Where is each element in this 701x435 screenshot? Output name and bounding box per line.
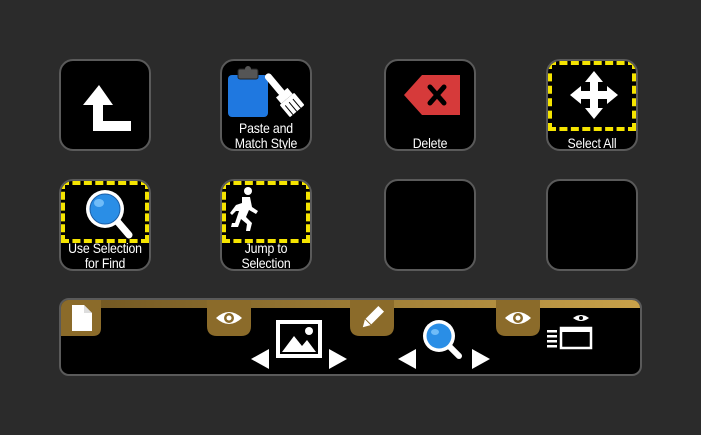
arrow-left-icon[interactable] [249,347,271,371]
empty-key-2[interactable] [546,179,638,271]
select-all-key[interactable]: Select All [546,59,638,151]
arrow-right-icon[interactable] [470,347,492,371]
delete-backspace-icon [404,75,460,115]
document-icon [72,305,92,331]
clipboard-brush-icon [228,66,305,117]
delete-label: Delete [412,135,448,151]
jump-to-label-2: Selection [241,255,291,271]
back-key[interactable] [59,59,151,151]
eye-icon[interactable] [503,308,533,328]
delete-key[interactable]: Delete [384,59,476,151]
dial-bar[interactable] [59,298,642,376]
use-selection-label-1: Use Selection [68,240,142,256]
paste-match-style-label-1: Paste and [239,120,293,136]
eye-icon[interactable] [214,308,244,328]
jump-to-selection-key[interactable]: Jump to Selection [220,179,312,271]
arrow-right-icon[interactable] [327,347,349,371]
paste-match-style-label-2: Match Style [234,135,298,151]
running-person-icon [230,187,258,231]
paste-match-style-key[interactable]: Paste and Match Style [220,59,312,151]
empty-key-1[interactable] [384,179,476,271]
image-icon [276,320,322,358]
move-arrows-icon [570,71,618,119]
arrow-left-icon[interactable] [396,347,418,371]
select-all-label: Select All [567,135,617,151]
magnifier-icon [86,190,133,239]
jump-to-label-1: Jump to [244,240,288,256]
list-window-icon [547,315,593,350]
use-selection-label-2: for Find [84,255,126,271]
pencil-icon[interactable] [357,303,387,333]
use-selection-for-find-key[interactable]: Use Selection for Find [59,179,151,271]
return-arrow-icon [83,85,131,131]
magnifier-icon [423,320,462,359]
